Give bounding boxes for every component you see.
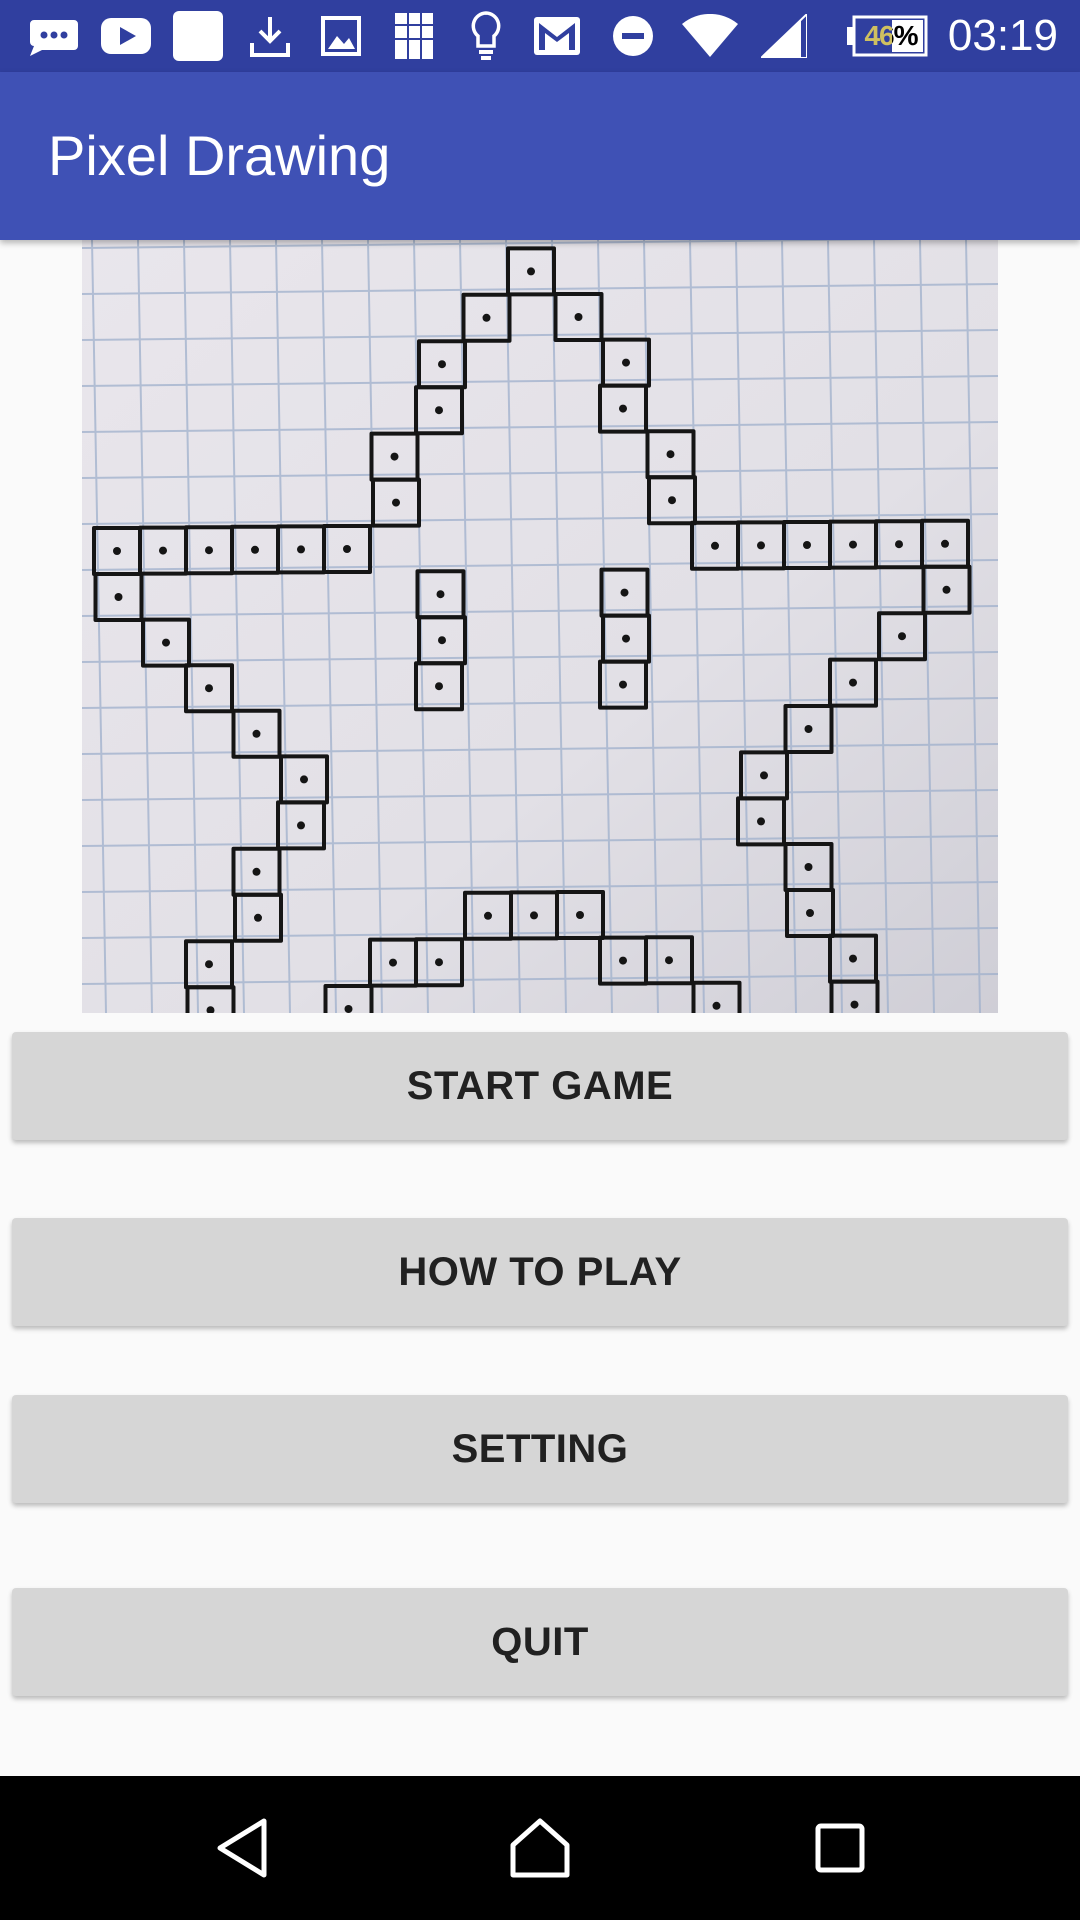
image-icon (316, 0, 366, 72)
status-bar: 46% 03:19 (0, 0, 1080, 72)
navigation-bar (0, 1776, 1080, 1920)
wifi-icon (680, 0, 740, 72)
download-icon (244, 0, 296, 72)
lightbulb-icon (464, 0, 508, 72)
how-to-play-button[interactable]: HOW TO PLAY (12, 1218, 1068, 1326)
blank-app-icon (170, 0, 226, 72)
youtube-icon (98, 0, 154, 72)
clock: 03:19 (947, 11, 1058, 60)
app-title: Pixel Drawing (48, 124, 391, 187)
back-icon[interactable] (162, 1776, 322, 1920)
gallery-icon (388, 0, 440, 72)
home-icon[interactable] (460, 1776, 620, 1920)
battery-percent: 46% (864, 20, 918, 51)
start-game-button[interactable]: START GAME (12, 1032, 1068, 1140)
do-not-disturb-icon (610, 0, 656, 72)
signal-icon (760, 0, 808, 72)
quit-button[interactable]: QUIT (12, 1588, 1068, 1696)
gmail-icon (532, 0, 582, 72)
battery-icon: 46% (844, 0, 930, 72)
sms-icon (22, 0, 84, 72)
recents-icon[interactable] (760, 1776, 920, 1920)
star-pixel-drawing-image (82, 240, 998, 1013)
app-bar: Pixel Drawing (0, 72, 1080, 240)
setting-button[interactable]: SETTING (12, 1395, 1068, 1503)
